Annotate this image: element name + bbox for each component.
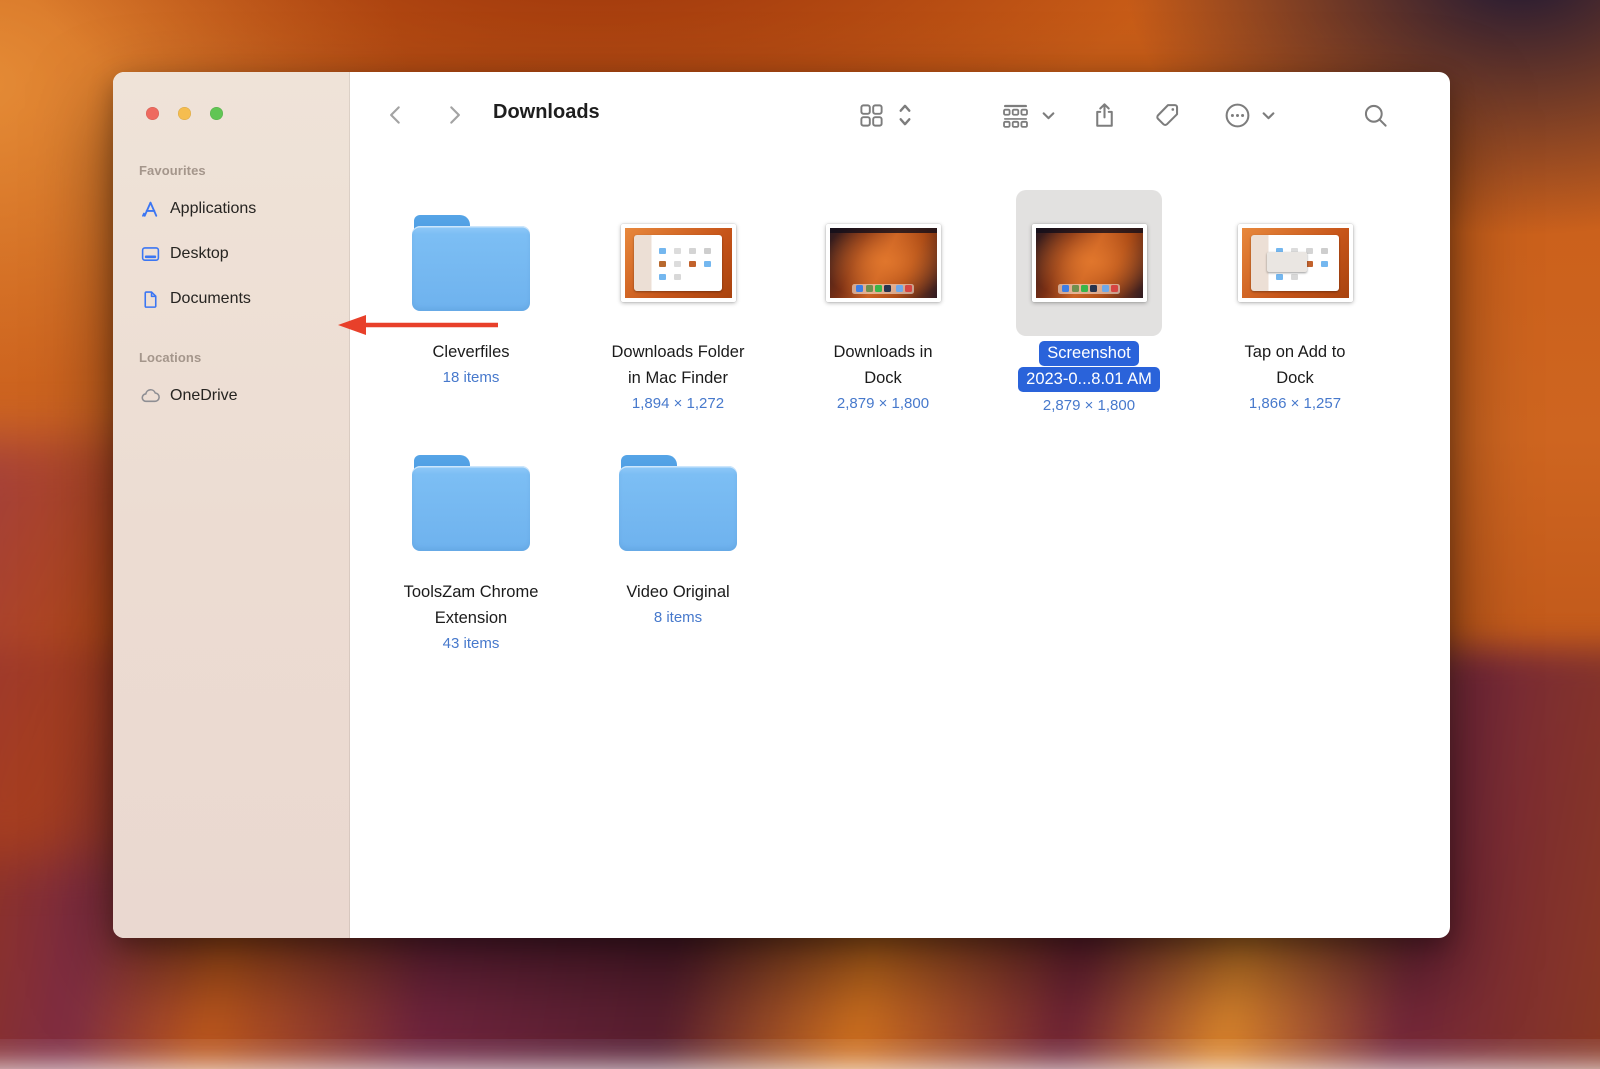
finder-window: Favourites Applications Desktop [113,72,1450,938]
file-name: Tap on Add to Dock [1200,339,1390,391]
sidebar-section-favourites: Favourites [139,163,206,178]
sidebar-item-applications[interactable]: Applications [129,193,334,225]
view-grid-button[interactable] [858,100,885,130]
folder-icon [412,455,530,551]
close-button[interactable] [146,107,159,120]
file-item-count: 8 items [583,605,773,631]
cloud-icon [139,385,161,407]
file-dimensions: 2,879 × 1,800 [994,393,1184,419]
back-button[interactable] [383,100,409,130]
group-options-button[interactable] [1001,100,1030,130]
sidebar-item-label: Documents [170,290,251,308]
sidebar: Favourites Applications Desktop [113,72,350,938]
folder-icon [412,215,530,311]
file-name: ToolsZam Chrome Extension [376,579,566,631]
file-dimensions: 2,879 × 1,800 [788,391,978,417]
image-thumbnail [1238,224,1353,302]
sidebar-item-label: OneDrive [170,387,238,405]
image-thumbnail [1032,224,1147,302]
thumbnail-area[interactable] [994,190,1184,336]
file-item-screenshot-selected[interactable]: Screenshot 2023-0...8.01 AM 2,879 × 1,80… [994,190,1184,419]
document-icon [139,288,161,310]
file-dimensions: 1,866 × 1,257 [1200,391,1390,417]
thumbnail-area[interactable] [1200,190,1390,336]
appstore-icon [139,198,161,220]
file-item-toolszam-chrome-extension[interactable]: ToolsZam Chrome Extension 43 items [376,430,566,657]
thumbnail-area[interactable] [583,430,773,576]
sidebar-section-locations: Locations [139,350,201,365]
folder-icon [619,455,737,551]
file-name: Cleverfiles [376,339,566,365]
file-dimensions: 1,894 × 1,272 [583,391,773,417]
image-thumbnail [621,224,736,302]
file-name: Screenshot 2023-0...8.01 AM [994,341,1184,393]
annotation-arrow [338,313,502,337]
file-name: Video Original [583,579,773,605]
more-options-button[interactable] [1223,100,1252,130]
traffic-lights [146,107,223,120]
file-name: Downloads Folder in Mac Finder [583,339,773,391]
file-item-count: 43 items [376,631,566,657]
sidebar-item-label: Desktop [170,245,229,263]
thumbnail-area[interactable] [376,430,566,576]
file-item-video-original[interactable]: Video Original 8 items [583,430,773,631]
sidebar-item-desktop[interactable]: Desktop [129,238,334,270]
forward-button[interactable] [441,100,467,130]
image-thumbnail [826,224,941,302]
sort-chevrons-icon[interactable] [896,100,914,130]
sidebar-item-label: Applications [170,200,256,218]
file-name: Downloads in Dock [788,339,978,391]
thumbnail-area[interactable] [583,190,773,336]
file-item-cleverfiles[interactable]: Cleverfiles 18 items [376,190,566,391]
zoom-button[interactable] [210,107,223,120]
search-icon[interactable] [1362,100,1389,130]
file-item-downloads-folder-in-mac-finder[interactable]: Downloads Folder in Mac Finder 1,894 × 1… [583,190,773,417]
thumbnail-area[interactable] [788,190,978,336]
file-item-downloads-in-dock[interactable]: Downloads in Dock 2,879 × 1,800 [788,190,978,417]
share-icon[interactable] [1090,100,1119,130]
window-title: Downloads [493,101,600,124]
file-item-tap-on-add-to-dock[interactable]: Tap on Add to Dock 1,866 × 1,257 [1200,190,1390,417]
file-item-count: 18 items [376,365,566,391]
chevron-down-icon [1041,100,1056,130]
sidebar-item-onedrive[interactable]: OneDrive [129,380,334,412]
chevron-down-icon [1261,100,1276,130]
desktop-icon [139,243,161,265]
tag-icon[interactable] [1153,100,1182,130]
minimize-button[interactable] [178,107,191,120]
sidebar-item-documents[interactable]: Documents [129,283,334,315]
